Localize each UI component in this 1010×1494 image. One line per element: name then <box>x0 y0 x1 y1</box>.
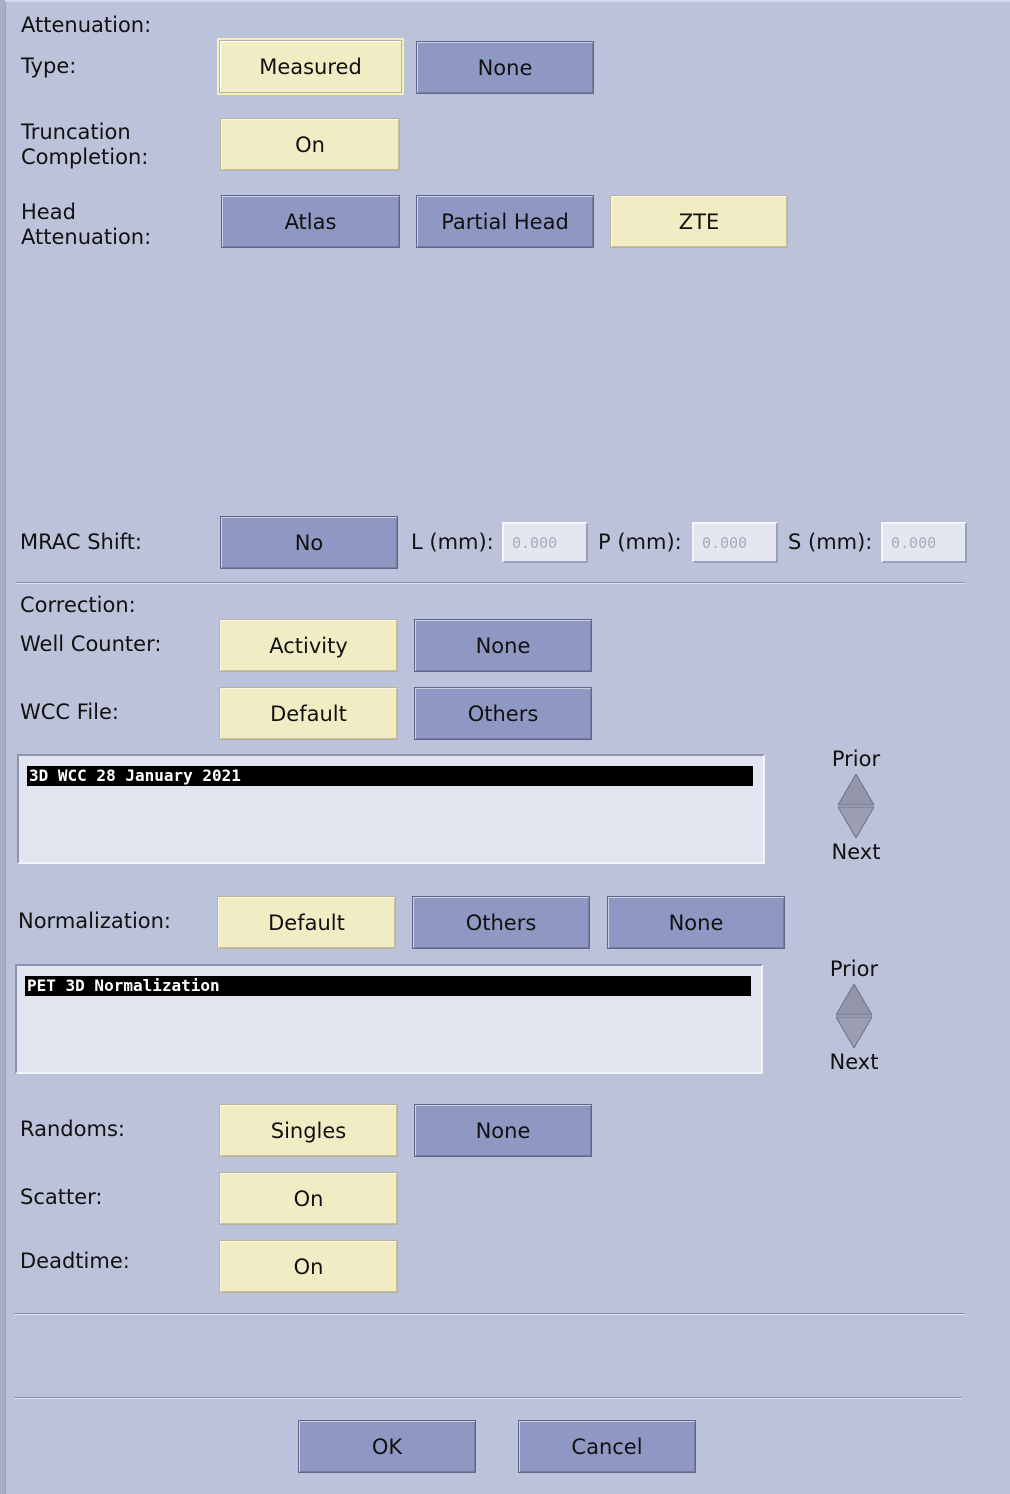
mrac-shift-no-button[interactable]: No <box>220 516 398 569</box>
list-item[interactable]: PET 3D Normalization <box>25 976 751 996</box>
mrac-l-label: L (mm): <box>411 530 494 554</box>
mrac-p-input[interactable] <box>692 522 778 563</box>
head-attenuation-label-line1: Head <box>21 200 76 224</box>
wcc-prior-label: Prior <box>831 747 881 771</box>
mrac-s-label: S (mm): <box>788 530 873 554</box>
normalization-list[interactable]: PET 3D Normalization <box>15 964 763 1074</box>
well-counter-activity-button[interactable]: Activity <box>219 619 398 672</box>
wcc-next-label: Next <box>831 840 881 864</box>
mrac-l-input[interactable] <box>502 522 588 563</box>
divider <box>14 1313 965 1314</box>
scatter-on-button[interactable]: On <box>219 1172 398 1225</box>
divider <box>14 1397 962 1398</box>
mrac-shift-label: MRAC Shift: <box>20 530 143 554</box>
normalization-default-button[interactable]: Default <box>217 896 396 949</box>
window-left-edge <box>0 0 6 1494</box>
normalization-next-label: Next <box>829 1050 879 1074</box>
wcc-file-list[interactable]: 3D WCC 28 January 2021 <box>17 754 765 864</box>
mrac-p-label: P (mm): <box>598 530 682 554</box>
correction-section-label: Correction: <box>20 593 136 617</box>
wcc-file-label: WCC File: <box>20 700 119 724</box>
head-atlas-button[interactable]: Atlas <box>221 195 400 248</box>
well-counter-none-button[interactable]: None <box>414 619 592 672</box>
type-label: Type: <box>21 54 77 78</box>
truncation-on-button[interactable]: On <box>220 118 400 171</box>
head-zte-button[interactable]: ZTE <box>610 195 788 248</box>
divider <box>16 582 965 583</box>
wcc-file-others-button[interactable]: Others <box>414 687 592 740</box>
cancel-button[interactable]: Cancel <box>518 1420 696 1473</box>
truncation-label-line1: Truncation <box>21 120 131 144</box>
wcc-spinner: Prior Next <box>826 747 886 865</box>
normalization-spinner: Prior Next <box>824 957 884 1075</box>
wcc-file-default-button[interactable]: Default <box>219 687 398 740</box>
ok-button[interactable]: OK <box>298 1420 476 1473</box>
normalization-label: Normalization: <box>18 909 172 933</box>
normalization-none-button[interactable]: None <box>607 896 785 949</box>
truncation-label-line2: Completion: <box>21 145 149 169</box>
deadtime-label: Deadtime: <box>20 1249 130 1273</box>
wcc-prior-next-arrows-icon[interactable] <box>838 774 874 838</box>
head-partial-head-button[interactable]: Partial Head <box>416 195 594 248</box>
mrac-s-input[interactable] <box>881 522 967 563</box>
window-top-edge <box>5 0 1010 2</box>
normalization-prior-next-arrows-icon[interactable] <box>836 984 872 1048</box>
head-attenuation-label-line2: Attenuation: <box>21 225 152 249</box>
randoms-label: Randoms: <box>20 1117 125 1141</box>
deadtime-on-button[interactable]: On <box>219 1240 398 1293</box>
randoms-none-button[interactable]: None <box>414 1104 592 1157</box>
normalization-others-button[interactable]: Others <box>412 896 590 949</box>
well-counter-label: Well Counter: <box>20 632 162 656</box>
type-measured-button[interactable]: Measured <box>217 38 404 95</box>
list-item[interactable]: 3D WCC 28 January 2021 <box>27 766 753 786</box>
type-none-button[interactable]: None <box>416 41 594 94</box>
normalization-prior-label: Prior <box>829 957 879 981</box>
scatter-label: Scatter: <box>20 1185 103 1209</box>
randoms-singles-button[interactable]: Singles <box>219 1104 398 1157</box>
attenuation-section-label: Attenuation: <box>21 13 152 37</box>
